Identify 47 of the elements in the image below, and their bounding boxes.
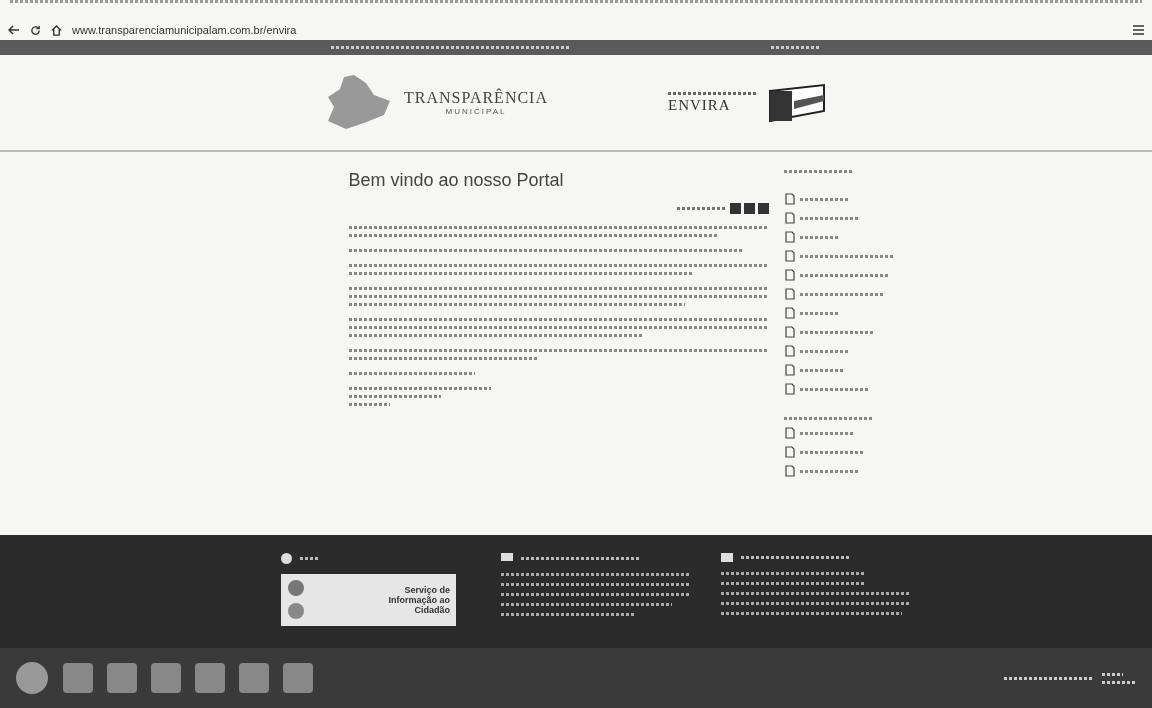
illegible-text-drawing <box>799 349 850 353</box>
logo-subtitle: MUNICIPAL <box>445 107 507 116</box>
document-icon <box>783 427 796 439</box>
illegible-text-drawing <box>799 450 865 454</box>
illegible-text-drawing <box>676 207 727 210</box>
start-orb-icon[interactable] <box>15 661 49 695</box>
illegible-text-drawing <box>799 368 845 372</box>
illegible-text-drawing <box>300 557 320 560</box>
document-icon <box>783 307 796 319</box>
document-icon <box>783 269 796 281</box>
document-icon <box>783 446 796 458</box>
illegible-text-drawing <box>799 431 855 435</box>
font-size-button[interactable] <box>729 203 741 214</box>
address-bar-url[interactable]: www.transparenciamunicipalam.com.br/envira <box>72 24 297 36</box>
document-icon <box>783 193 796 205</box>
illegible-text-drawing <box>799 235 840 239</box>
back-arrow-icon[interactable] <box>8 25 20 35</box>
banner-text: Serviço de Informação ao Cidadão <box>387 585 450 615</box>
info-icon <box>281 553 292 564</box>
document-icon <box>783 212 796 224</box>
illegible-text-drawing <box>783 170 854 173</box>
circles-logo-icon <box>287 578 305 622</box>
font-size-button[interactable] <box>743 203 755 214</box>
document-icon <box>783 326 796 338</box>
illegible-text-drawing <box>1102 672 1137 684</box>
reload-icon[interactable] <box>30 24 41 36</box>
illegible-text-drawing <box>799 197 850 201</box>
illegible-text-drawing <box>771 46 821 49</box>
illegible-text-drawing <box>799 216 860 220</box>
document-icon <box>783 465 796 477</box>
flag-icon <box>768 82 828 123</box>
illegible-text-drawing <box>799 387 870 391</box>
illegible-text-drawing <box>799 311 840 315</box>
font-size-button[interactable] <box>757 203 769 214</box>
sic-banner[interactable]: Serviço de Informação ao Cidadão <box>281 574 456 626</box>
document-icon <box>783 345 796 357</box>
menu-icon[interactable] <box>1133 25 1144 35</box>
page-heading: Bem vindo ao nosso Portal <box>348 170 565 191</box>
document-icon <box>783 250 796 262</box>
document-icon <box>783 288 796 300</box>
city-name: ENVIRA <box>668 96 732 114</box>
document-icon <box>783 231 796 243</box>
document-icon <box>783 364 796 376</box>
home-icon[interactable] <box>51 24 62 36</box>
logo-title: TRANSPARÊNCIA <box>404 89 548 107</box>
illegible-text-drawing <box>799 469 860 473</box>
document-icon <box>783 383 796 395</box>
